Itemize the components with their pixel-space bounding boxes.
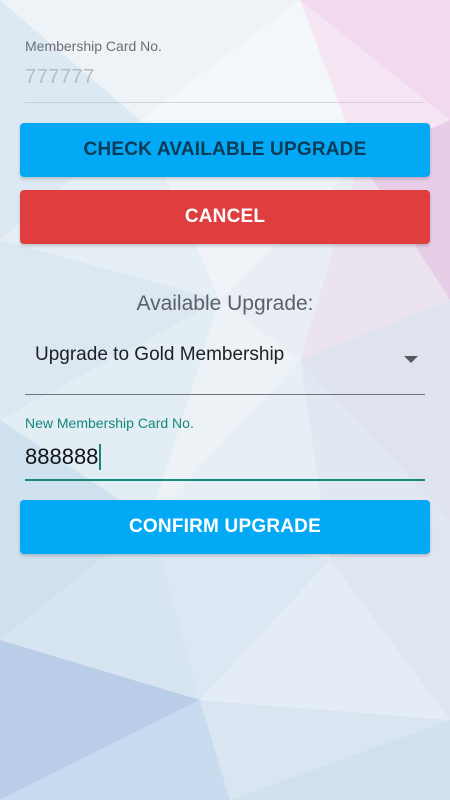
new-card-label: New Membership Card No. xyxy=(25,415,194,431)
upgrade-select-underline xyxy=(25,394,425,395)
upgrade-select-value[interactable]: Upgrade to Gold Membership xyxy=(35,344,284,366)
confirm-upgrade-button[interactable]: CONFIRM UPGRADE xyxy=(20,500,430,554)
membership-card-underline xyxy=(25,102,425,103)
cancel-button[interactable]: CANCEL xyxy=(20,190,430,244)
membership-card-field[interactable]: 777777 xyxy=(25,66,95,89)
text-cursor xyxy=(99,444,102,470)
new-card-value: 888888 xyxy=(25,444,99,469)
chevron-down-icon[interactable] xyxy=(404,356,418,363)
new-card-underline xyxy=(25,479,425,481)
new-card-field[interactable]: 888888 xyxy=(25,444,102,470)
check-upgrade-button[interactable]: CHECK AVAILABLE UPGRADE xyxy=(20,123,430,177)
upgrade-form: Membership Card No. 777777 CHECK AVAILAB… xyxy=(0,0,450,800)
available-upgrade-title: Available Upgrade: xyxy=(136,292,314,315)
membership-card-label: Membership Card No. xyxy=(25,38,162,54)
